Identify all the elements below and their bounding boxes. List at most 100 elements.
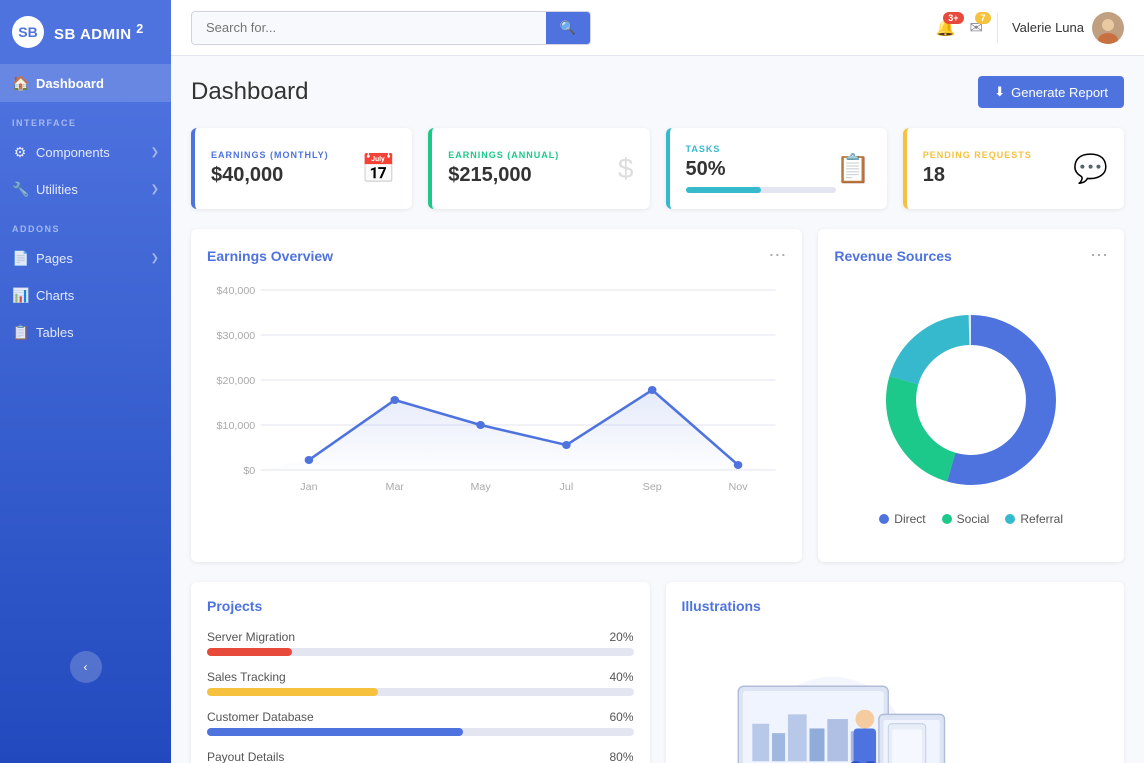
svg-text:$20,000: $20,000 — [217, 376, 256, 387]
bottom-row: Projects Server Migration 20% Sales Trac… — [191, 582, 1124, 763]
svg-text:Nov: Nov — [729, 482, 749, 493]
card-earnings-monthly: EARNINGS (MONTHLY) $40,000 📅 — [191, 128, 412, 209]
list-item: Server Migration 20% — [207, 630, 634, 656]
card-value: $40,000 — [211, 164, 329, 187]
list-item: Customer Database 60% — [207, 710, 634, 736]
svg-text:$0: $0 — [243, 466, 255, 477]
alerts-badge: 3+ — [943, 12, 963, 24]
sidebar-item-label: Utilities — [36, 182, 78, 197]
legend-referral: Referral — [1005, 512, 1063, 526]
progress-bar-fill — [207, 648, 292, 656]
sidebar-item-label: Dashboard — [36, 76, 104, 91]
sidebar-item-charts[interactable]: 📊 Charts — [0, 277, 171, 314]
svg-text:Sep: Sep — [643, 482, 662, 493]
page-header: Dashboard ⬇ Generate Report — [191, 76, 1124, 108]
topbar-right: 🔔 3+ ✉ 7 Valerie Luna — [936, 12, 1124, 44]
sidebar-item-utilities[interactable]: 🔧 Utilities ❯ — [0, 171, 171, 208]
avatar — [1092, 12, 1124, 44]
sidebar-item-dashboard[interactable]: 🏠 Dashboard — [0, 65, 171, 102]
donut-chart: Direct Social Referral — [834, 280, 1108, 546]
pages-icon: 📄 — [12, 250, 28, 267]
progress-bar-fill — [207, 688, 378, 696]
sidebar-section-interface: INTERFACE — [0, 102, 171, 134]
chevron-right-icon: ❯ — [151, 253, 159, 264]
chart-card-header: Revenue Sources ⋯ — [834, 245, 1108, 266]
search-form: 🔍 — [191, 11, 591, 45]
chevron-right-icon: ❯ — [151, 184, 159, 195]
page-content: Dashboard ⬇ Generate Report EARNINGS (MO… — [171, 56, 1144, 763]
line-chart: $40,000 $30,000 $20,000 $10,000 $0 Jan M… — [207, 280, 786, 520]
sidebar-item-label: Components — [36, 145, 110, 160]
generate-report-button[interactable]: ⬇ Generate Report — [978, 76, 1124, 108]
card-label: EARNINGS (MONTHLY) — [211, 150, 329, 160]
donut-legend: Direct Social Referral — [879, 512, 1063, 526]
page-title: Dashboard — [191, 78, 308, 106]
card-value: 18 — [923, 164, 1032, 187]
search-button[interactable]: 🔍 — [546, 12, 590, 44]
chart-menu-button[interactable]: ⋯ — [768, 245, 786, 266]
card-label: PENDING REQUESTS — [923, 150, 1032, 160]
download-icon: ⬇ — [994, 84, 1005, 100]
user-menu[interactable]: Valerie Luna — [1012, 12, 1124, 44]
clipboard-icon: 📋 — [836, 152, 871, 185]
direct-dot — [879, 514, 889, 524]
revenue-chart-card: Revenue Sources ⋯ — [818, 229, 1124, 562]
card-value: $215,000 — [448, 164, 559, 187]
social-dot — [942, 514, 952, 524]
sidebar-brand[interactable]: SB SB ADMIN 2 — [0, 0, 171, 65]
projects-title: Projects — [207, 598, 634, 614]
progress-bar-bg — [207, 728, 634, 736]
charts-icon: 📊 — [12, 287, 28, 304]
comment-icon: 💬 — [1073, 152, 1108, 185]
legend-direct: Direct — [879, 512, 925, 526]
components-icon: ⚙ — [12, 144, 28, 161]
cards-row: EARNINGS (MONTHLY) $40,000 📅 EARNINGS (A… — [191, 128, 1124, 209]
chart-menu-button[interactable]: ⋯ — [1090, 245, 1108, 266]
chevron-right-icon: ❯ — [151, 147, 159, 158]
dashboard-icon: 🏠 — [12, 75, 28, 92]
sidebar: SB SB ADMIN 2 🏠 Dashboard INTERFACE ⚙ Co… — [0, 0, 171, 763]
chart-title: Revenue Sources — [834, 248, 952, 264]
svg-text:Jul: Jul — [560, 482, 574, 493]
messages-badge: 7 — [975, 12, 991, 24]
dollar-icon: $ — [618, 153, 634, 185]
main-content: 🔍 🔔 3+ ✉ 7 Valerie Luna — [171, 0, 1144, 763]
progress-bar-bg — [686, 187, 836, 193]
illustrations-card: Illustrations — [666, 582, 1125, 763]
topbar-divider — [997, 13, 998, 43]
sidebar-item-label: Pages — [36, 251, 73, 266]
card-tasks: TASKS 50% 📋 — [666, 128, 887, 209]
search-input[interactable] — [192, 12, 546, 43]
chart-card-header: Earnings Overview ⋯ — [207, 245, 786, 266]
messages-button[interactable]: ✉ 7 — [970, 18, 983, 38]
sidebar-item-pages[interactable]: 📄 Pages ❯ — [0, 240, 171, 277]
tables-icon: 📋 — [12, 324, 28, 341]
sidebar-item-tables[interactable]: 📋 Tables — [0, 314, 171, 351]
card-label: EARNINGS (ANNUAL) — [448, 150, 559, 160]
alerts-button[interactable]: 🔔 3+ — [936, 18, 956, 38]
svg-text:Mar: Mar — [386, 482, 405, 493]
card-value: 50% — [686, 158, 836, 181]
brand-logo: SB — [12, 16, 44, 48]
card-earnings-annual: EARNINGS (ANNUAL) $215,000 $ — [428, 128, 649, 209]
illustration-image — [682, 630, 982, 763]
topbar: 🔍 🔔 3+ ✉ 7 Valerie Luna — [171, 0, 1144, 56]
legend-social: Social — [942, 512, 990, 526]
utilities-icon: 🔧 — [12, 181, 28, 198]
list-item: Payout Details 80% — [207, 750, 634, 763]
progress-bar-bg — [207, 688, 634, 696]
charts-row: Earnings Overview ⋯ $40,000 $30,000 — [191, 229, 1124, 562]
svg-text:$40,000: $40,000 — [217, 286, 256, 297]
search-icon: 🔍 — [560, 20, 576, 35]
svg-text:$10,000: $10,000 — [217, 421, 256, 432]
svg-text:Jan: Jan — [300, 482, 318, 493]
sidebar-section-addons: ADDONS — [0, 208, 171, 240]
progress-bar-fill — [686, 187, 761, 193]
progress-bar-fill — [207, 728, 463, 736]
referral-dot — [1005, 514, 1015, 524]
card-pending-requests: PENDING REQUESTS 18 💬 — [903, 128, 1124, 209]
sidebar-collapse-button[interactable]: ‹ — [70, 651, 102, 683]
sidebar-item-components[interactable]: ⚙ Components ❯ — [0, 134, 171, 171]
user-name: Valerie Luna — [1012, 20, 1084, 35]
svg-text:$30,000: $30,000 — [217, 331, 256, 342]
